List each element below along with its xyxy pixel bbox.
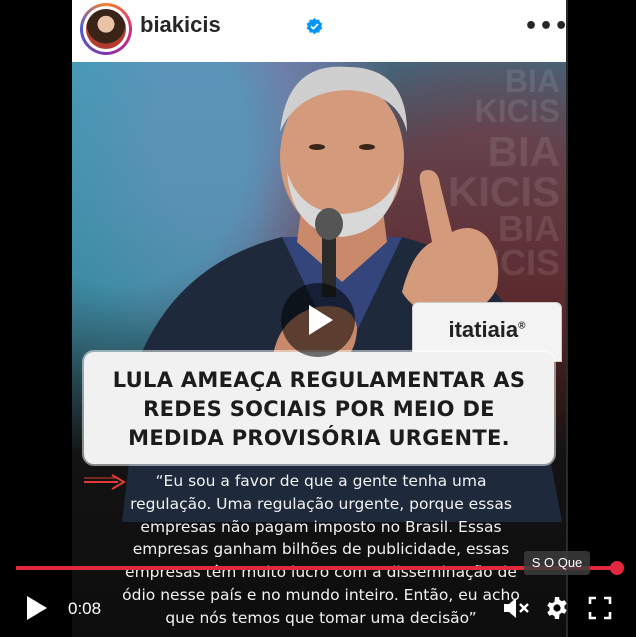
current-time: 0:08 [68, 599, 102, 618]
controls-bar: 0:08 [0, 580, 636, 637]
progress-handle[interactable] [609, 561, 624, 575]
more-options-icon[interactable]: ••• [524, 14, 566, 40]
hover-tooltip: S O Que [524, 551, 590, 575]
verified-badge-icon [306, 18, 323, 35]
center-play-button[interactable] [281, 283, 355, 357]
headline: LULA AMEAÇA REGULAMENTAR AS REDES SOCIAI… [112, 368, 526, 450]
settings-gear-icon[interactable] [545, 596, 569, 620]
play-icon[interactable] [24, 594, 50, 622]
post-border [566, 0, 568, 637]
brand-logo: itatiaia® [448, 317, 526, 342]
play-icon [309, 305, 333, 335]
video-player[interactable]: biakicis ••• BIA KICIS BIA KICIS BIA KICIS [0, 0, 636, 637]
mute-icon[interactable] [502, 595, 530, 621]
fullscreen-icon[interactable] [588, 596, 612, 620]
username[interactable]: biakicis [140, 12, 221, 38]
avatar-photo [86, 9, 126, 49]
post-header: biakicis ••• [72, 0, 566, 62]
headline-box: LULA AMEAÇA REGULAMENTAR AS REDES SOCIAI… [84, 352, 554, 464]
avatar[interactable] [80, 3, 132, 55]
